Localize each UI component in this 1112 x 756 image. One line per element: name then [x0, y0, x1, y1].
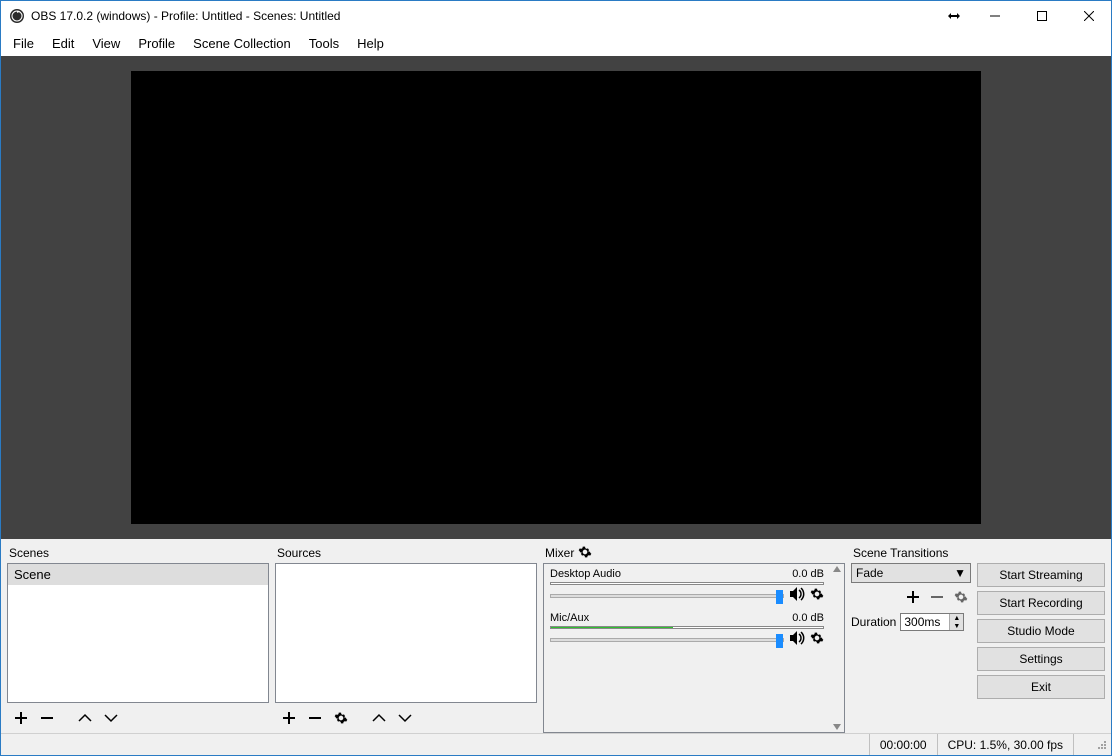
remove-transition-button[interactable]: [927, 587, 947, 607]
volume-slider[interactable]: [550, 594, 784, 598]
speaker-icon[interactable]: [790, 631, 806, 648]
sources-header: Sources: [275, 543, 537, 563]
duration-spinner[interactable]: ▲▼: [949, 614, 963, 630]
scenes-toolbar: [7, 703, 269, 733]
mixer-title: Mixer: [545, 546, 574, 560]
slider-thumb[interactable]: [776, 634, 783, 648]
obs-logo-icon: [9, 8, 25, 24]
volume-slider[interactable]: [550, 638, 784, 642]
source-down-button[interactable]: [395, 708, 415, 728]
scenes-header: Scenes: [7, 543, 269, 563]
settings-button[interactable]: Settings: [977, 647, 1105, 671]
volume-meter: [550, 626, 824, 629]
mixer-track: Desktop Audio 0.0 dB: [550, 568, 824, 610]
transition-properties-button[interactable]: [951, 587, 971, 607]
track-level: 0.0 dB: [792, 612, 824, 624]
menu-scene-collection[interactable]: Scene Collection: [185, 34, 299, 53]
menu-tools[interactable]: Tools: [301, 34, 347, 53]
scene-down-button[interactable]: [101, 708, 121, 728]
controls-panel: Start Streaming Start Recording Studio M…: [977, 543, 1105, 733]
mixer-track: Mic/Aux 0.0 dB: [550, 612, 824, 654]
track-settings-button[interactable]: [810, 587, 824, 604]
close-button[interactable]: [1066, 2, 1111, 31]
add-scene-button[interactable]: [11, 708, 31, 728]
transitions-panel: Scene Transitions Fade ▼ Duration ▲▼: [851, 543, 971, 733]
status-time: 00:00:00: [869, 734, 937, 755]
menu-edit[interactable]: Edit: [44, 34, 82, 53]
sources-list[interactable]: [275, 563, 537, 703]
minimize-button[interactable]: [972, 2, 1017, 31]
exit-button[interactable]: Exit: [977, 675, 1105, 699]
sources-toolbar: [275, 703, 537, 733]
menu-profile[interactable]: Profile: [130, 34, 183, 53]
mixer-panel: Mixer Desktop Audio 0.0 dB Mic/Aux 0.0 dB: [543, 543, 845, 733]
transition-selected: Fade: [856, 566, 883, 580]
resize-grip-icon[interactable]: [1093, 738, 1109, 752]
resize-drag-icon[interactable]: [938, 9, 970, 23]
mixer-settings-button[interactable]: [578, 545, 592, 562]
remove-source-button[interactable]: [305, 708, 325, 728]
preview-area[interactable]: [1, 56, 1111, 539]
add-source-button[interactable]: [279, 708, 299, 728]
scene-up-button[interactable]: [75, 708, 95, 728]
transition-select[interactable]: Fade ▼: [851, 563, 971, 583]
volume-meter: [550, 582, 824, 585]
track-name: Mic/Aux: [550, 612, 589, 624]
remove-scene-button[interactable]: [37, 708, 57, 728]
scenes-list[interactable]: Scene: [7, 563, 269, 703]
duration-input[interactable]: ▲▼: [900, 613, 964, 631]
sources-panel: Sources: [275, 543, 537, 733]
menu-file[interactable]: File: [5, 34, 42, 53]
status-cpu: CPU: 1.5%, 30.00 fps: [937, 734, 1073, 755]
window-title: OBS 17.0.2 (windows) - Profile: Untitled…: [31, 9, 340, 23]
speaker-icon[interactable]: [790, 587, 806, 604]
status-bar: 00:00:00 CPU: 1.5%, 30.00 fps: [1, 733, 1111, 755]
mixer-scrollbar[interactable]: [830, 564, 844, 732]
scene-item[interactable]: Scene: [8, 564, 268, 585]
add-transition-button[interactable]: [903, 587, 923, 607]
studio-mode-button[interactable]: Studio Mode: [977, 619, 1105, 643]
scenes-panel: Scenes Scene: [7, 543, 269, 733]
source-properties-button[interactable]: [331, 708, 351, 728]
start-streaming-button[interactable]: Start Streaming: [977, 563, 1105, 587]
source-up-button[interactable]: [369, 708, 389, 728]
menu-bar: File Edit View Profile Scene Collection …: [1, 31, 1111, 56]
duration-label: Duration: [851, 615, 896, 629]
menu-view[interactable]: View: [84, 34, 128, 53]
maximize-button[interactable]: [1019, 2, 1064, 31]
track-level: 0.0 dB: [792, 568, 824, 580]
transitions-header: Scene Transitions: [851, 543, 971, 563]
title-bar: OBS 17.0.2 (windows) - Profile: Untitled…: [1, 1, 1111, 31]
track-settings-button[interactable]: [810, 631, 824, 648]
bottom-panels: Scenes Scene Sources Mixer Des: [1, 539, 1111, 733]
mixer-list: Desktop Audio 0.0 dB Mic/Aux 0.0 dB: [543, 563, 845, 733]
start-recording-button[interactable]: Start Recording: [977, 591, 1105, 615]
preview-canvas[interactable]: [131, 71, 981, 524]
track-name: Desktop Audio: [550, 568, 621, 580]
slider-thumb[interactable]: [776, 590, 783, 604]
duration-field[interactable]: [901, 614, 949, 630]
mixer-header: Mixer: [543, 543, 845, 563]
chevron-down-icon: ▼: [954, 566, 966, 580]
menu-help[interactable]: Help: [349, 34, 392, 53]
